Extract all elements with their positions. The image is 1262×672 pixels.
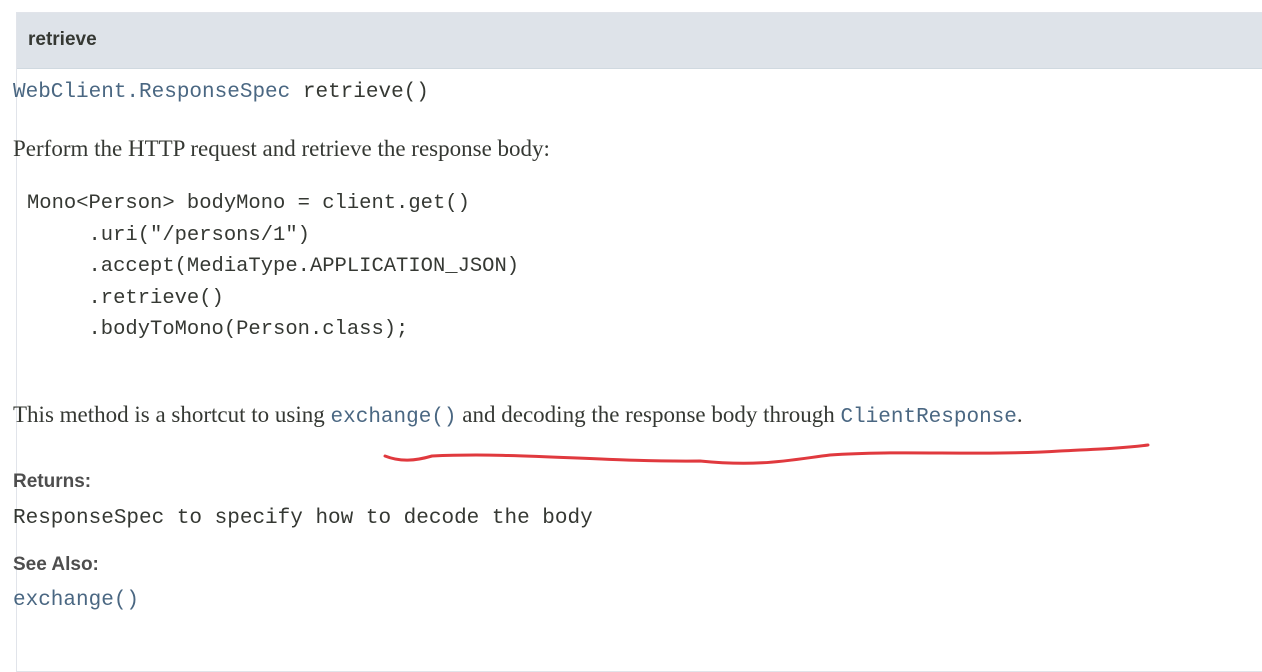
return-type-link[interactable]: WebClient.ResponseSpec: [13, 81, 290, 104]
shortcut-text: .: [1016, 402, 1023, 427]
see-also-label: See Also:: [13, 554, 99, 575]
shortcut-text: and decoding the response body through: [456, 402, 841, 427]
code-line: .accept(MediaType.APPLICATION_JSON): [27, 255, 520, 278]
returns-label: Returns:: [13, 471, 92, 492]
method-header: retrieve: [17, 13, 1262, 69]
code-line: .bodyToMono(Person.class);: [27, 318, 409, 341]
shortcut-text: This method is a shortcut to using: [13, 402, 331, 427]
method-title: retrieve: [28, 29, 97, 50]
see-also-list: exchange(): [13, 589, 139, 612]
code-line: .retrieve(): [27, 286, 224, 310]
method-signature: WebClient.ResponseSpec retrieve(): [13, 81, 429, 104]
method-call: retrieve(): [302, 81, 429, 104]
shortcut-paragraph: This method is a shortcut to using excha…: [13, 402, 1023, 429]
code-line: .uri("/persons/1"): [27, 223, 310, 247]
method-description: Perform the HTTP request and retrieve th…: [13, 136, 550, 161]
exchange-link[interactable]: exchange(): [331, 406, 457, 429]
returns-value: ResponseSpec to specify how to decode th…: [13, 507, 593, 530]
see-also-exchange-link[interactable]: exchange(): [13, 589, 139, 612]
client-response-link[interactable]: ClientResponse: [840, 406, 1016, 429]
code-line: Mono<Person> bodyMono = client.get(): [27, 192, 470, 215]
code-example: Mono<Person> bodyMono = client.get() .ur…: [27, 188, 519, 346]
